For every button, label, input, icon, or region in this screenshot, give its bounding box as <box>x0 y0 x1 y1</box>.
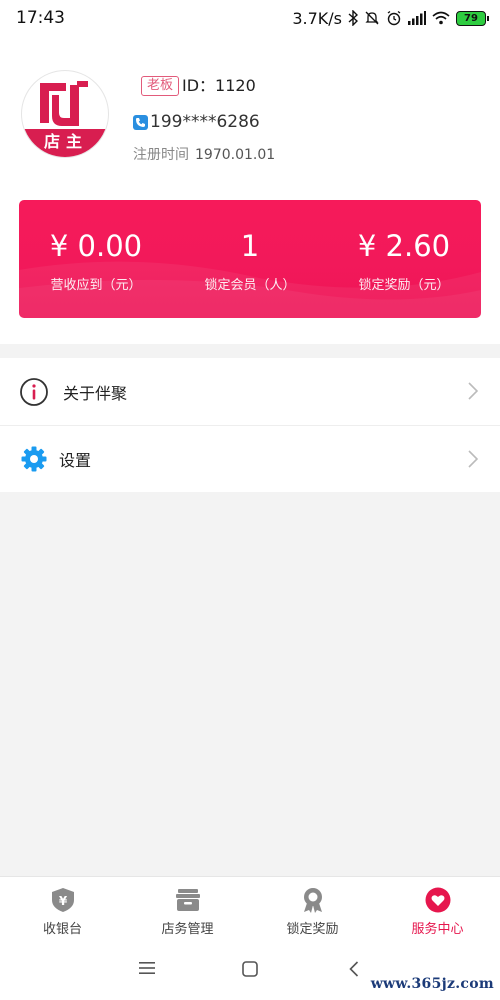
info-icon <box>19 377 49 407</box>
stat-reward-label: 锁定奖励（元） <box>358 278 450 293</box>
tab-locked-reward-label: 锁定奖励 <box>286 922 339 937</box>
tab-service-center[interactable]: 服务中心 <box>375 877 500 940</box>
menu-item-about[interactable]: 关于伴聚 <box>0 358 500 426</box>
battery-icon: 79 <box>456 10 489 26</box>
phone-row: 199****6286 <box>133 112 260 132</box>
stats-card: ¥ 0.00 营收应到（元） 1 锁定会员（人） ¥ 2.60 锁定奖励（元） <box>19 200 481 318</box>
heart-icon <box>425 887 451 913</box>
mute-icon <box>364 10 380 26</box>
signal-icon <box>408 11 426 25</box>
stat-members[interactable]: 1 锁定会员（人） <box>173 228 327 293</box>
status-time: 17:43 <box>16 8 65 28</box>
chevron-right-icon <box>468 450 478 468</box>
status-bar: 17:43 3.7K/s 79 <box>0 0 500 36</box>
home-icon[interactable] <box>242 961 258 977</box>
register-date-row: 注册时间 1970.01.01 <box>133 144 275 164</box>
phone-icon <box>133 114 148 130</box>
watermark: www.365jz.com <box>370 976 494 992</box>
system-nav-bar: www.365jz.com <box>0 940 500 1000</box>
store-management-icon <box>175 887 201 913</box>
gear-icon <box>19 444 49 474</box>
stat-reward[interactable]: ¥ 2.60 锁定奖励（元） <box>327 228 481 293</box>
phone-number: 199****6286 <box>150 112 260 132</box>
chevron-right-icon <box>468 382 478 400</box>
tab-store-management[interactable]: 店务管理 <box>125 877 250 940</box>
stat-reward-value: ¥ 2.60 <box>357 229 451 263</box>
back-icon[interactable] <box>349 961 359 977</box>
menu-item-about-label: 关于伴聚 <box>63 383 128 403</box>
register-date: 1970.01.01 <box>195 147 276 163</box>
stat-members-value: 1 <box>240 229 260 263</box>
register-label: 注册时间 <box>133 147 189 163</box>
tab-service-center-label: 服务中心 <box>411 922 464 937</box>
stat-revenue-label: 营收应到（元） <box>50 278 142 293</box>
tab-store-management-label: 店务管理 <box>161 922 214 937</box>
avatar-label: 店主 <box>22 129 108 157</box>
network-speed: 3.7K/s <box>292 8 342 28</box>
bottom-tab-bar: ¥ 收银台 店务管理 锁定奖励 服务中心 <box>0 876 500 940</box>
role-badge: 老板 <box>141 76 180 96</box>
profile-header: 店主 老板 ID：1120 199****6286 注册时间 1970.01.01… <box>0 36 500 344</box>
tab-locked-reward[interactable]: 锁定奖励 <box>250 877 375 940</box>
wifi-icon <box>432 11 450 25</box>
svg-text:¥: ¥ <box>58 894 67 908</box>
cashier-icon: ¥ <box>50 887 76 913</box>
menu-item-settings-label: 设置 <box>59 451 92 470</box>
stat-revenue-value: ¥ 0.00 <box>49 229 143 263</box>
alarm-icon <box>386 10 402 26</box>
tab-cashier[interactable]: ¥ 收银台 <box>0 877 125 940</box>
tab-cashier-label: 收银台 <box>42 922 82 937</box>
avatar[interactable]: 店主 <box>21 70 109 158</box>
menu-icon[interactable] <box>139 961 155 975</box>
menu-item-settings[interactable]: 设置 <box>0 426 500 492</box>
user-id: ID：1120 <box>182 76 256 95</box>
bluetooth-icon <box>348 10 358 26</box>
award-icon <box>300 887 326 913</box>
menu-list: 关于伴聚 设置 <box>0 358 500 492</box>
status-icons: 3.7K/s 79 <box>292 8 489 28</box>
stat-revenue[interactable]: ¥ 0.00 营收应到（元） <box>19 228 173 293</box>
stat-members-label: 锁定会员（人） <box>204 278 296 293</box>
